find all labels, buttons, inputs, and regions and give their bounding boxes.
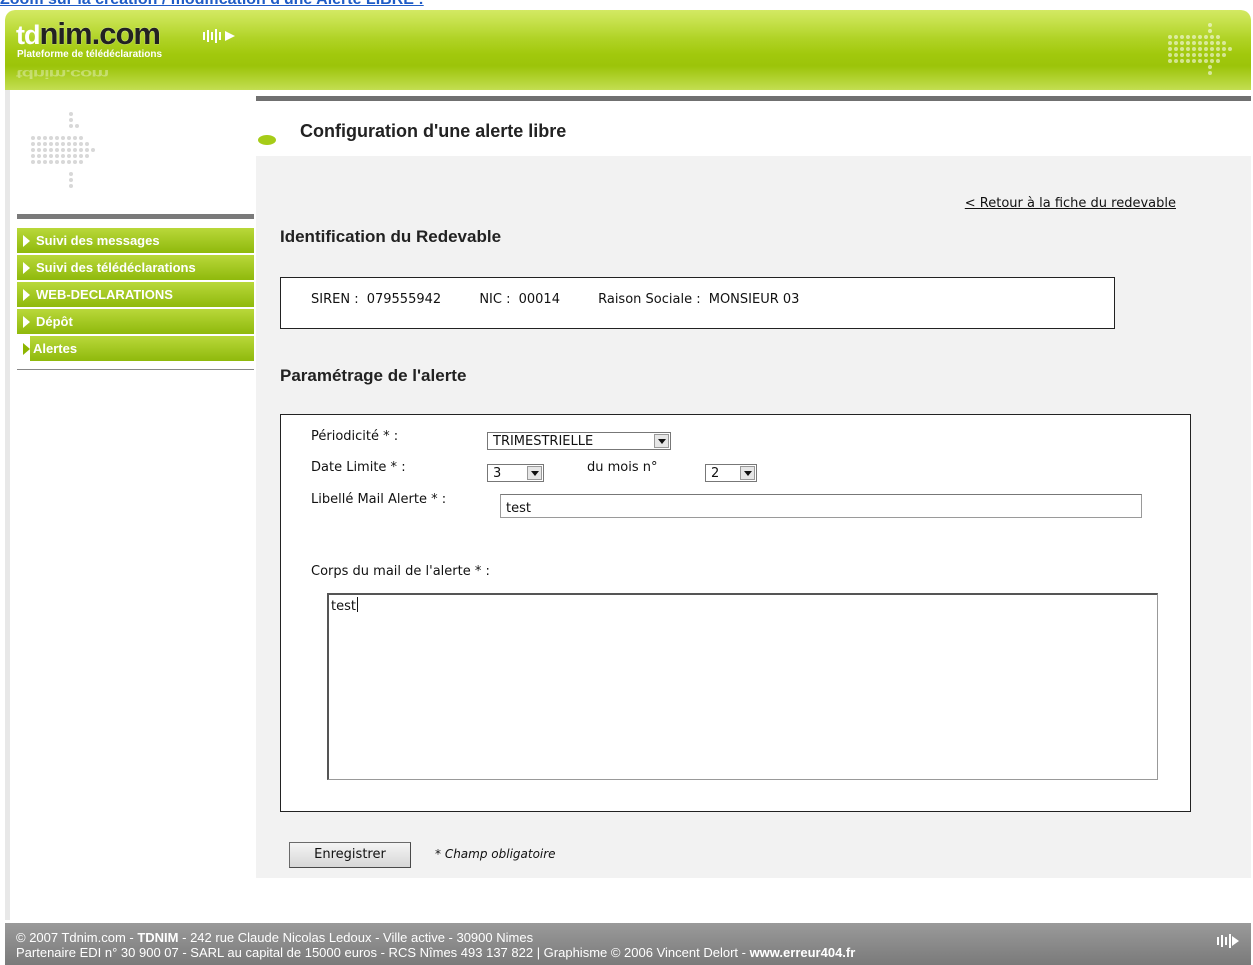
parametrage-box: Périodicité * : TRIMESTRIELLE Date Limit…	[280, 414, 1191, 812]
sidebar-nav: Suivi des messages Suivi des télédéclara…	[17, 228, 254, 363]
periodicite-label: Périodicité * :	[311, 429, 399, 444]
text-caret	[356, 597, 358, 612]
header-shine	[5, 10, 1251, 54]
logo-reflection: tdnim.com	[16, 67, 109, 81]
logo-subtitle: Plateforme de télédéclarations	[17, 49, 163, 60]
dotted-arrow-icon	[31, 112, 95, 188]
top-caption-link[interactable]: Zoom sur la création / modification d'un…	[0, 0, 424, 9]
triangle-right-icon	[23, 288, 30, 301]
raison-sociale-value: MONSIEUR 03	[708, 292, 800, 307]
sidebar-item-label: Alertes	[30, 336, 254, 361]
siren-value: 079555942	[366, 292, 442, 307]
save-button[interactable]: Enregistrer	[289, 842, 411, 868]
periodicite-value: TRIMESTRIELLE	[493, 434, 594, 449]
triangle-right-icon	[23, 342, 30, 355]
chevron-down-icon	[527, 466, 542, 480]
corps-mail-textarea[interactable]: test	[327, 593, 1158, 780]
footer-line-1: © 2007 Tdnim.com - TDNIM - 242 rue Claud…	[16, 930, 533, 945]
sidebar-item-alertes[interactable]: Alertes	[17, 336, 254, 361]
du-mois-label: du mois n°	[587, 460, 658, 475]
periodicite-select[interactable]: TRIMESTRIELLE	[487, 432, 671, 450]
date-limite-select[interactable]: 3	[487, 464, 544, 482]
sidebar-top-rule	[17, 214, 254, 219]
dotted-arrow-icon	[1168, 23, 1232, 75]
logo[interactable]: tdnim.com	[16, 16, 161, 51]
green-bullet-icon	[258, 135, 276, 145]
libelle-mail-label: Libellé Mail Alerte * :	[311, 492, 447, 507]
header-banner: tdnim.com Plateforme de télédéclarations…	[5, 10, 1251, 90]
date-limite-label: Date Limite * :	[311, 460, 406, 475]
nic-label: NIC :	[479, 292, 511, 307]
required-note: * Champ obligatoire	[435, 847, 556, 861]
logo-nim: nim.com	[39, 16, 160, 51]
chevron-down-icon	[654, 434, 669, 448]
sidebar-item-label: Suivi des télédéclarations	[36, 260, 196, 275]
triangle-right-icon	[23, 315, 30, 328]
main-content: Configuration d'une alerte libre < Retou…	[256, 96, 1251, 878]
libelle-mail-input[interactable]: test	[500, 494, 1142, 518]
siren-label: SIREN :	[311, 292, 359, 307]
logo-td: td	[16, 20, 41, 50]
footer-line-2: Partenaire EDI n° 30 900 07 - SARL au ca…	[16, 945, 855, 960]
corps-mail-label: Corps du mail de l'alerte * :	[311, 564, 490, 579]
identification-heading: Identification du Redevable	[280, 227, 502, 246]
left-rail	[5, 90, 10, 920]
identification-box: SIREN : 079555942 NIC : 00014 Raison Soc…	[280, 277, 1115, 329]
identification-line: SIREN : 079555942 NIC : 00014 Raison Soc…	[311, 292, 803, 307]
parametrage-heading: Paramétrage de l'alerte	[280, 366, 467, 385]
footer-arrow-icon	[1217, 934, 1239, 948]
logo-bars-icon	[203, 29, 235, 43]
du-mois-value: 2	[711, 466, 720, 481]
sidebar-item-suivi-teledeclarations[interactable]: Suivi des télédéclarations	[17, 255, 254, 280]
sidebar-item-web-declarations[interactable]: WEB-DECLARATIONS	[17, 282, 254, 307]
du-mois-select[interactable]: 2	[705, 464, 757, 482]
page-title: Configuration d'une alerte libre	[300, 121, 567, 141]
footer-brand: TDNIM	[137, 930, 179, 945]
sidebar-item-label: WEB-DECLARATIONS	[36, 287, 173, 302]
libelle-mail-value: test	[506, 501, 531, 516]
footer-address: - 242 rue Claude Nicolas Ledoux - Ville …	[178, 930, 534, 945]
sidebar-item-label: Dépôt	[36, 314, 73, 329]
footer-copyright: © 2007 Tdnim.com -	[16, 930, 138, 945]
date-limite-value: 3	[493, 466, 502, 481]
footer: © 2007 Tdnim.com - TDNIM - 242 rue Claud…	[5, 923, 1251, 965]
footer-designer-link[interactable]: www.erreur404.fr	[750, 945, 856, 960]
nic-value: 00014	[518, 292, 560, 307]
app-frame: tdnim.com Plateforme de télédéclarations…	[5, 10, 1251, 965]
back-to-redevable-link[interactable]: < Retour à la fiche du redevable	[965, 196, 1176, 211]
sidebar-item-label: Suivi des messages	[36, 233, 160, 248]
title-row: Configuration d'une alerte libre	[256, 101, 1251, 160]
footer-legal: Partenaire EDI n° 30 900 07 - SARL au ca…	[16, 945, 750, 960]
sidebar-item-depot[interactable]: Dépôt	[17, 309, 254, 334]
sidebar-bottom-rule	[17, 369, 254, 370]
sidebar-item-suivi-messages[interactable]: Suivi des messages	[17, 228, 254, 253]
chevron-down-icon	[740, 466, 755, 480]
triangle-right-icon	[23, 261, 30, 274]
corps-mail-value: test	[331, 597, 358, 614]
triangle-right-icon	[23, 234, 30, 247]
raison-sociale-label: Raison Sociale :	[598, 292, 701, 307]
